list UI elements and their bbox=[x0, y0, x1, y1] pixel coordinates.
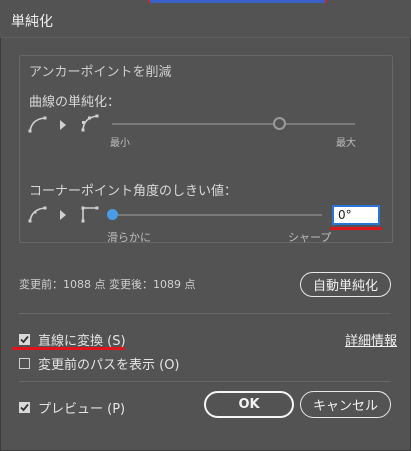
annotation-underline-straight bbox=[12, 347, 125, 350]
preview-label: プレビュー (P) bbox=[38, 402, 126, 417]
curve-simplify-label: 曲線の単純化： bbox=[29, 95, 121, 110]
window-title: 単純化 bbox=[11, 14, 53, 30]
checkmark-icon bbox=[20, 403, 29, 412]
anchor-group-title: アンカーポイントを削減 bbox=[29, 65, 172, 80]
title-bar[interactable]: 単純化 bbox=[0, 0, 411, 37]
point-count-stats: 変更前：1088 点 変更後：1089 点 bbox=[19, 278, 196, 291]
straight-lines-checkbox[interactable] bbox=[19, 334, 30, 345]
curve-slider-track[interactable] bbox=[112, 123, 355, 125]
ok-button[interactable]: OK bbox=[204, 391, 294, 418]
preview-option[interactable]: プレビュー (P) bbox=[19, 398, 125, 417]
arrow-right-icon-2 bbox=[60, 210, 66, 220]
auto-simplify-button[interactable]: 自動単純化 bbox=[300, 272, 391, 297]
corner-curve-icon bbox=[28, 206, 47, 223]
checkmark-icon bbox=[20, 335, 29, 344]
section-divider-2 bbox=[19, 381, 391, 382]
details-link[interactable]: 詳細情報 bbox=[345, 330, 397, 349]
preview-checkbox[interactable] bbox=[19, 402, 30, 413]
show-original-checkbox[interactable] bbox=[19, 358, 30, 369]
cancel-button[interactable]: キャンセル bbox=[300, 391, 391, 418]
curve-min-label: 最小 bbox=[110, 138, 130, 149]
angle-threshold-input[interactable] bbox=[332, 205, 380, 225]
corner-max-label: シャープ bbox=[288, 231, 332, 244]
sharp-corner-icon bbox=[81, 206, 99, 223]
corner-slider-knob[interactable] bbox=[106, 209, 118, 220]
show-original-label: 変更前のパスを表示 (O) bbox=[38, 358, 180, 373]
annotation-underline-angle bbox=[330, 227, 382, 230]
section-divider-1 bbox=[19, 313, 391, 314]
corner-min-label: 滑らかに bbox=[107, 231, 151, 244]
curve-max-label: 最大 bbox=[336, 138, 356, 149]
smooth-curve-icon bbox=[28, 116, 47, 133]
corner-slider-track[interactable] bbox=[112, 214, 322, 216]
arrow-right-icon bbox=[60, 120, 66, 130]
dense-curve-icon bbox=[81, 114, 99, 132]
show-original-option[interactable]: 変更前のパスを表示 (O) bbox=[19, 354, 180, 373]
corner-angle-label: コーナーポイント角度のしきい値： bbox=[29, 184, 238, 199]
